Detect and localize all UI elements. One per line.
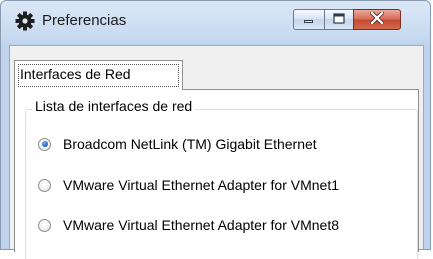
radio-label[interactable]: VMware Virtual Ethernet Adapter for VMne… (63, 217, 339, 233)
gear-icon (15, 11, 35, 31)
radio-option-broadcom[interactable]: Broadcom NetLink (TM) Gigabit Ethernet (38, 134, 317, 154)
close-button[interactable] (353, 9, 401, 30)
close-icon (369, 9, 385, 29)
radio-button[interactable] (38, 137, 51, 151)
tab-label: Interfaces de Red (20, 66, 131, 82)
tab-interfaces-de-red[interactable]: Interfaces de Red (14, 60, 183, 90)
maximize-icon (333, 11, 345, 29)
radio-option-vmnet1[interactable]: VMware Virtual Ethernet Adapter for VMne… (38, 175, 339, 195)
radio-option-vmnet8[interactable]: VMware Virtual Ethernet Adapter for VMne… (38, 215, 339, 235)
radio-label[interactable]: VMware Virtual Ethernet Adapter for VMne… (63, 177, 339, 193)
radio-label[interactable]: Broadcom NetLink (TM) Gigabit Ethernet (63, 136, 317, 152)
radio-button[interactable] (38, 178, 51, 192)
radio-button[interactable] (38, 218, 51, 232)
title-bar[interactable]: Preferencias (1, 1, 430, 45)
group-legend: Lista de interfaces de red (32, 98, 196, 114)
maximize-button[interactable] (324, 9, 354, 30)
minimize-button[interactable] (293, 9, 325, 30)
window-title: Preferencias (42, 12, 127, 29)
minimize-icon (303, 11, 315, 29)
